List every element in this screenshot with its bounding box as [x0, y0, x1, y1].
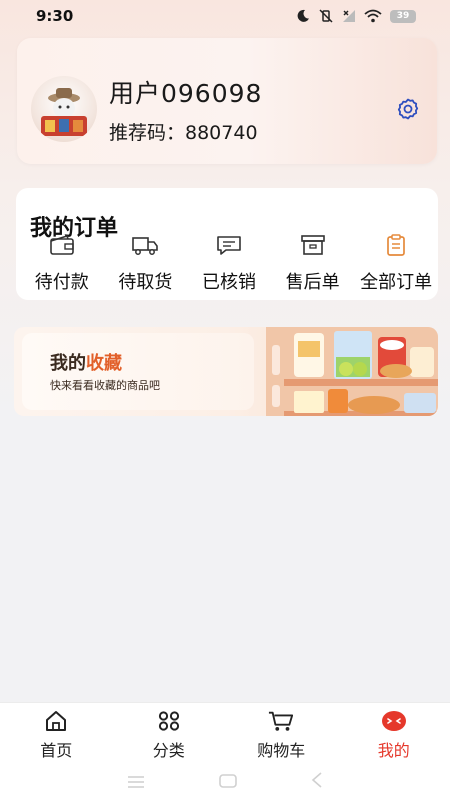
order-label: 待付款	[34, 272, 89, 293]
tab-home[interactable]: 首页	[11, 709, 101, 761]
tab-label: 我的	[377, 741, 410, 760]
system-navigation-bar	[0, 764, 450, 800]
menu-icon[interactable]	[127, 773, 145, 792]
order-verified[interactable]: 已核销	[187, 232, 271, 294]
username: 用户096098	[109, 79, 263, 108]
grid-icon	[156, 709, 182, 733]
truck-icon	[131, 232, 159, 258]
order-label: 售后单	[285, 272, 340, 293]
favorites-banner[interactable]: 我的收藏 快来看看收藏的商品吧	[14, 327, 438, 416]
favorites-title: 我的收藏	[50, 349, 122, 375]
order-all[interactable]: 全部订单	[354, 232, 438, 294]
status-time: 9:30	[36, 7, 74, 25]
home-square-icon[interactable]	[219, 773, 237, 792]
tab-bar: 首页 分类 购物车 我的	[0, 702, 450, 764]
tab-label: 购物车	[257, 741, 306, 760]
favorites-subtitle: 快来看看收藏的商品吧	[50, 379, 160, 392]
gear-icon	[396, 97, 420, 125]
order-pending-pickup[interactable]: 待取货	[104, 232, 188, 294]
profile-face-icon	[381, 709, 407, 733]
status-icons: 39	[296, 9, 416, 23]
clipboard-icon	[382, 232, 410, 258]
wifi-icon	[364, 9, 382, 23]
tab-label: 首页	[40, 741, 73, 760]
referral-code: 推荐码：880740	[109, 122, 258, 144]
order-label: 待取货	[118, 272, 173, 293]
wallet-icon	[48, 232, 76, 258]
order-after-sales[interactable]: 售后单	[271, 232, 355, 294]
cart-icon	[268, 709, 294, 733]
message-icon	[215, 232, 243, 258]
order-label: 全部订单	[360, 272, 433, 293]
back-icon[interactable]	[311, 772, 323, 792]
tab-category[interactable]: 分类	[124, 709, 214, 761]
favorites-title-prefix: 我的	[50, 353, 86, 374]
avatar[interactable]	[31, 76, 97, 142]
order-label: 已核销	[201, 272, 256, 293]
no-signal-icon	[342, 9, 356, 23]
tab-cart[interactable]: 购物车	[236, 709, 326, 761]
favorites-title-accent: 收藏	[86, 353, 122, 374]
moon-icon	[296, 9, 310, 23]
battery-level: 39	[396, 11, 410, 21]
orders-row: 待付款 待取货 已核销 售后单 全部订单	[16, 232, 438, 294]
battery-icon: 39	[390, 9, 416, 23]
vibrate-off-icon	[318, 9, 334, 23]
orders-card: 我的订单 待付款 待取货 已核销 售后单 全部订单	[16, 188, 438, 300]
tab-mine[interactable]: 我的	[349, 709, 439, 761]
settings-button[interactable]	[395, 98, 421, 124]
order-pending-payment[interactable]: 待付款	[20, 232, 104, 294]
profile-card: 用户096098 推荐码：880740	[17, 38, 437, 164]
status-bar: 9:30 39	[0, 0, 450, 32]
home-icon	[43, 709, 69, 733]
archive-box-icon	[299, 232, 327, 258]
shelf-illustration	[266, 327, 438, 416]
tab-label: 分类	[152, 741, 185, 760]
